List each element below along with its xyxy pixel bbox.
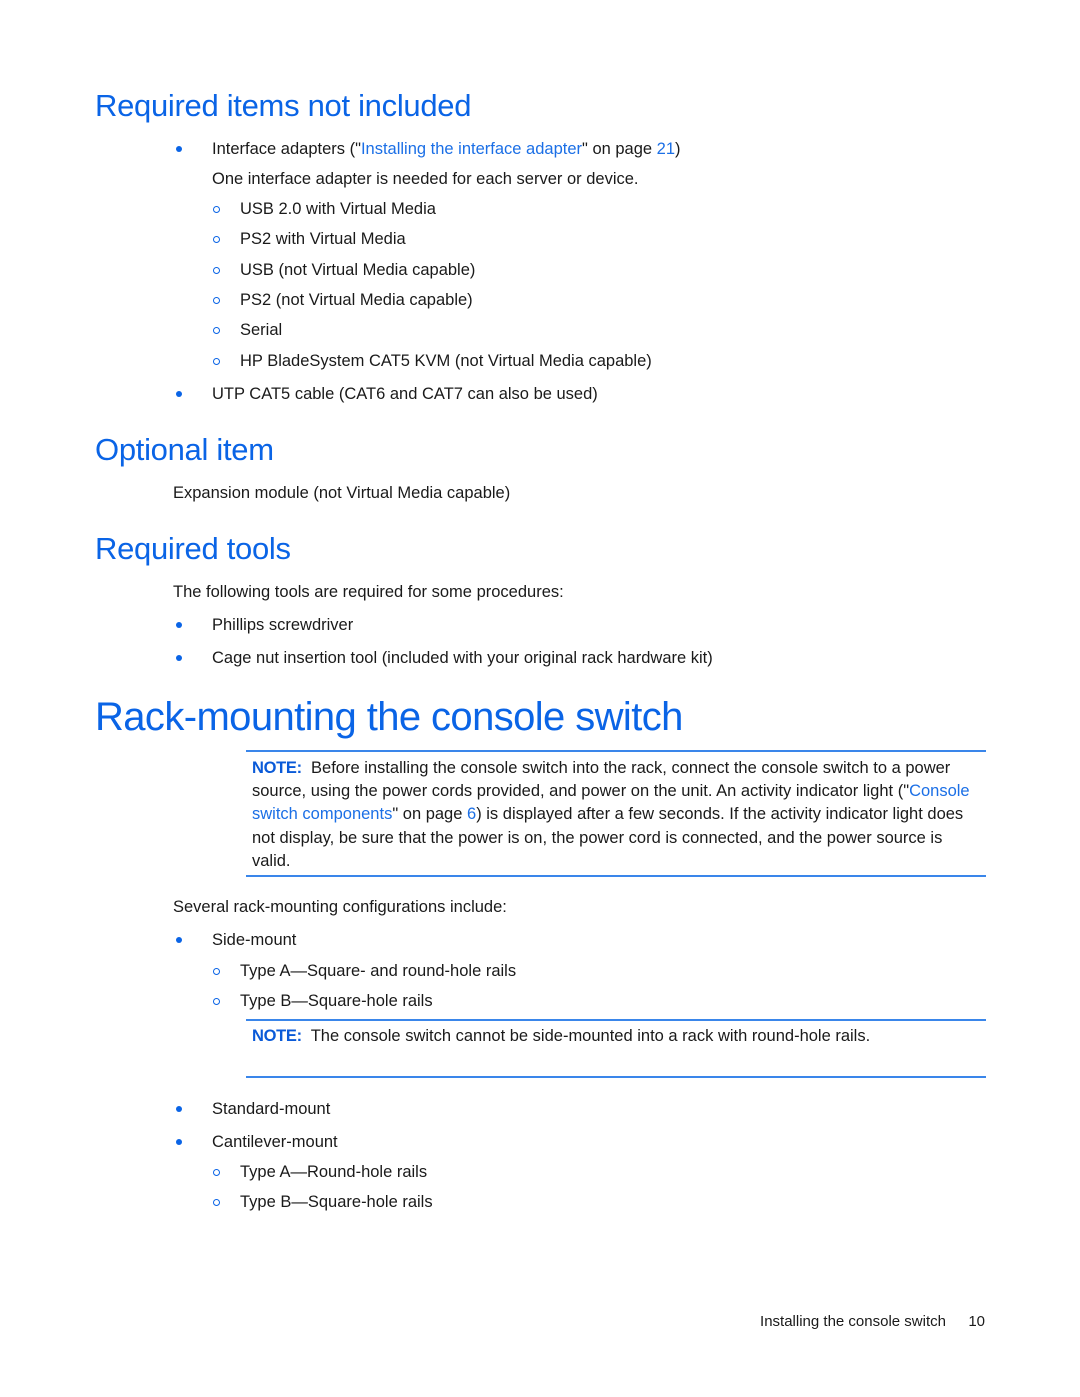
list-item-tool: Phillips screwdriver: [212, 616, 354, 634]
note-bottom-divider: [246, 1076, 986, 1078]
list-item-tool: Cage nut insertion tool (included with y…: [212, 649, 713, 667]
circle-bullet-icon: [213, 267, 220, 274]
heading-optional-item: Optional item: [95, 432, 274, 467]
sub-list-item: Type B—Square-hole rails: [240, 992, 433, 1010]
bullet-icon: [176, 655, 182, 661]
optional-item-text: Expansion module (not Virtual Media capa…: [173, 484, 511, 502]
sub-list-item: Type B—Square-hole rails: [240, 1193, 433, 1211]
bullet-icon: [176, 622, 182, 628]
circle-bullet-icon: [213, 327, 220, 334]
required-tools-intro: The following tools are required for som…: [173, 583, 564, 601]
circle-bullet-icon: [213, 968, 220, 975]
page-footer: Installing the console switch 10: [760, 1313, 985, 1330]
bullet-icon: [176, 391, 182, 397]
note-text: The console switch cannot be side-mounte…: [310, 1027, 871, 1045]
circle-bullet-icon: [213, 358, 220, 365]
note-label: NOTE:: [252, 1027, 302, 1045]
bullet-icon: [176, 1106, 182, 1112]
bullet-icon: [176, 1139, 182, 1145]
list-item-side-mount: Side-mount: [212, 931, 297, 949]
sub-list-item: Type A—Square- and round-hole rails: [240, 962, 517, 980]
sub-list-item: Serial: [240, 321, 283, 339]
interface-adapter-note: One interface adapter is needed for each…: [212, 170, 639, 188]
circle-bullet-icon: [213, 297, 220, 304]
circle-bullet-icon: [213, 236, 220, 243]
list-item-standard-mount: Standard-mount: [212, 1100, 331, 1118]
note-side-mount-warning: NOTE: The console switch cannot be side-…: [252, 1025, 977, 1048]
heading-required-items: Required items not included: [95, 88, 472, 123]
bullet-icon: [176, 937, 182, 943]
heading-required-tools: Required tools: [95, 531, 291, 566]
note-bottom-divider: [246, 875, 986, 877]
rack-mounting-intro: Several rack-mounting configurations inc…: [173, 898, 507, 916]
list-item-interface-adapters: Interface adapters ("Installing the inte…: [212, 139, 681, 159]
item-text: Interface adapters (": [212, 140, 361, 158]
circle-bullet-icon: [213, 998, 220, 1005]
sub-list-item: HP BladeSystem CAT5 KVM (not Virtual Med…: [240, 352, 652, 370]
footer-page-number: 10: [968, 1313, 985, 1330]
note-text: Before installing the console switch int…: [252, 759, 951, 801]
sub-list-item: USB (not Virtual Media capable): [240, 261, 476, 279]
item-text: " on page: [582, 140, 657, 158]
circle-bullet-icon: [213, 1169, 220, 1176]
bullet-icon: [176, 146, 182, 152]
note-power-before-install: NOTE: Before installing the console swit…: [252, 757, 977, 873]
sub-list-item: PS2 (not Virtual Media capable): [240, 291, 473, 309]
heading-rack-mounting: Rack-mounting the console switch: [95, 695, 683, 739]
note-text: " on page: [392, 805, 467, 824]
sub-list-item: Type A—Round-hole rails: [240, 1163, 428, 1181]
sub-list-item: PS2 with Virtual Media: [240, 230, 406, 248]
footer-chapter: Installing the console switch: [760, 1313, 946, 1330]
link-page-6[interactable]: 6: [467, 805, 476, 823]
item-text: ): [675, 140, 681, 158]
circle-bullet-icon: [213, 1199, 220, 1206]
link-page-21[interactable]: 21: [657, 140, 675, 158]
note-label: NOTE:: [252, 759, 302, 777]
link-installing-interface-adapter[interactable]: Installing the interface adapter: [361, 140, 582, 158]
note-top-divider: [246, 750, 986, 752]
note-top-divider: [246, 1019, 986, 1021]
list-item-utp-cable: UTP CAT5 cable (CAT6 and CAT7 can also b…: [212, 385, 598, 403]
sub-list-item: USB 2.0 with Virtual Media: [240, 200, 436, 218]
circle-bullet-icon: [213, 206, 220, 213]
list-item-cantilever-mount: Cantilever-mount: [212, 1133, 338, 1151]
